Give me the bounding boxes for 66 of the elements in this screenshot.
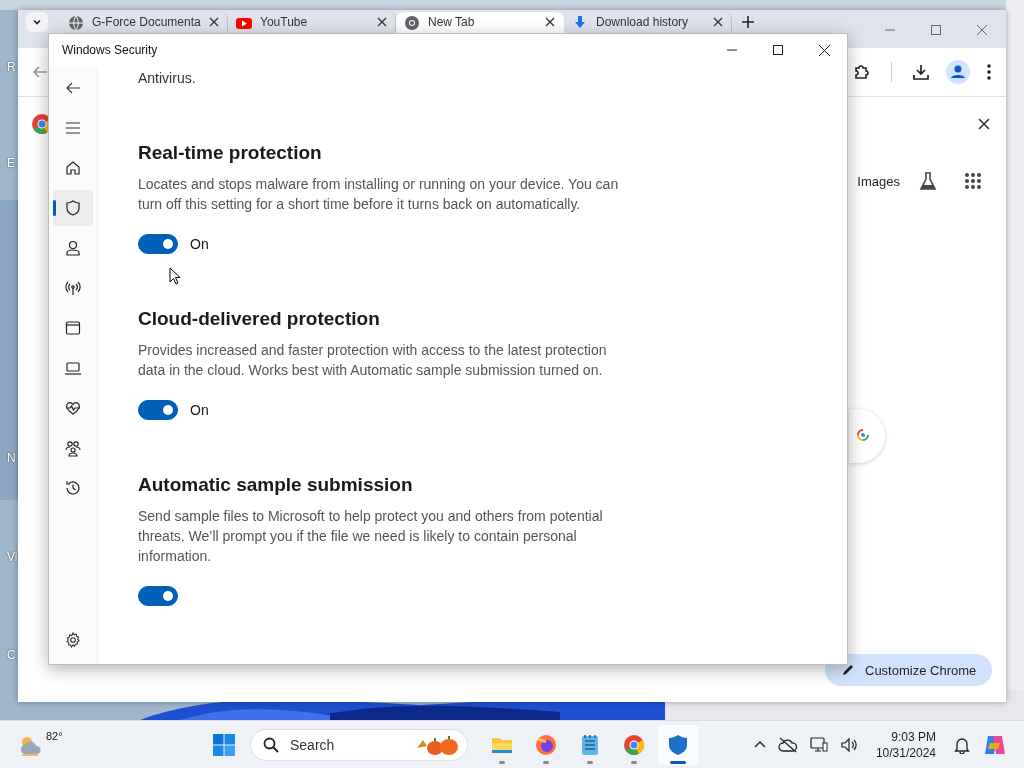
temperature-text: 82° [46, 729, 63, 742]
close-icon[interactable] [978, 118, 990, 130]
family-icon [64, 439, 82, 457]
search-icon [263, 736, 279, 753]
section-heading: Automatic sample submission [138, 473, 414, 497]
close-icon[interactable] [713, 17, 723, 27]
browser-logo-icon [404, 15, 420, 31]
menu-icon [65, 121, 81, 135]
taskbar-defender-button[interactable] [658, 724, 698, 765]
toggle-switch[interactable] [138, 586, 178, 606]
globe-icon [68, 15, 84, 31]
play-icon [236, 15, 252, 31]
images-link[interactable]: Images [857, 173, 900, 189]
toggle-switch[interactable] [138, 400, 178, 420]
network-icon[interactable] [809, 736, 828, 753]
download-icon[interactable] [912, 63, 930, 81]
settings-icon [65, 632, 81, 648]
person-icon [64, 239, 82, 257]
window-icon [64, 319, 82, 337]
section-description: Locates and stops malware from installing or running on your device. You can turn off this setting for a short time before it turns back on automatically. [138, 175, 620, 214]
puzzle-icon[interactable] [853, 63, 871, 81]
back-icon[interactable] [32, 64, 48, 80]
cursor-icon [169, 267, 181, 285]
pumpkin-icon [415, 733, 461, 756]
browser-tab[interactable]: New Tab [396, 12, 564, 33]
section-text: Antivirus. [138, 69, 197, 88]
section-description: Send sample files to Microsoft to help protect you and others from potential threats. We’ll prompt you if the file we need is likely to contain personal information. [138, 507, 604, 566]
search-bar[interactable]: Search [250, 728, 468, 761]
maximize-icon[interactable] [930, 24, 942, 36]
history-icon [64, 479, 82, 497]
close-icon [818, 44, 830, 56]
close-icon[interactable] [545, 17, 555, 27]
back-arrow-icon [65, 80, 81, 96]
section-description: Provides increased and faster protection with access to the latest protection data in the cloud. Works best with Automatic sample submission turned on. [138, 341, 608, 380]
home-icon [64, 159, 82, 177]
defender-icon [666, 732, 690, 757]
toggle-label: On [190, 236, 209, 252]
firefox-icon [534, 732, 558, 757]
laptop-icon [64, 359, 82, 377]
profile-icon[interactable] [946, 60, 970, 84]
close-icon[interactable] [209, 17, 219, 27]
cloud-off-icon[interactable] [777, 736, 798, 753]
windows-logo-icon [213, 733, 235, 756]
flask-icon[interactable] [918, 171, 938, 191]
pencil-icon [841, 663, 855, 677]
plus-icon [741, 15, 755, 29]
tab-search-button[interactable] [26, 12, 48, 32]
clock[interactable]: 9:03 PM 10/31/2024 [875, 728, 936, 761]
close-icon[interactable] [377, 17, 387, 27]
section-heading: Cloud-delivered protection [138, 307, 381, 331]
section-heading: Real-time protection [138, 141, 323, 165]
window-title: Windows Security [62, 43, 158, 57]
nav-shield-button[interactable] [53, 190, 93, 226]
bell-icon[interactable] [954, 735, 970, 754]
heart-icon [64, 399, 82, 417]
shield-icon [64, 199, 82, 217]
maximize-icon [773, 45, 783, 55]
volume-icon[interactable] [839, 736, 858, 753]
antenna-icon [64, 279, 82, 297]
search-field[interactable]: Search [288, 735, 402, 754]
apps-grid-icon[interactable] [964, 172, 982, 190]
menu-icon[interactable] [986, 63, 992, 81]
customize-chrome-button[interactable]: Customize Chrome [825, 654, 993, 686]
toggle-switch[interactable] [138, 234, 178, 254]
toggle-label: On [190, 402, 209, 418]
chrome-icon [622, 732, 646, 757]
